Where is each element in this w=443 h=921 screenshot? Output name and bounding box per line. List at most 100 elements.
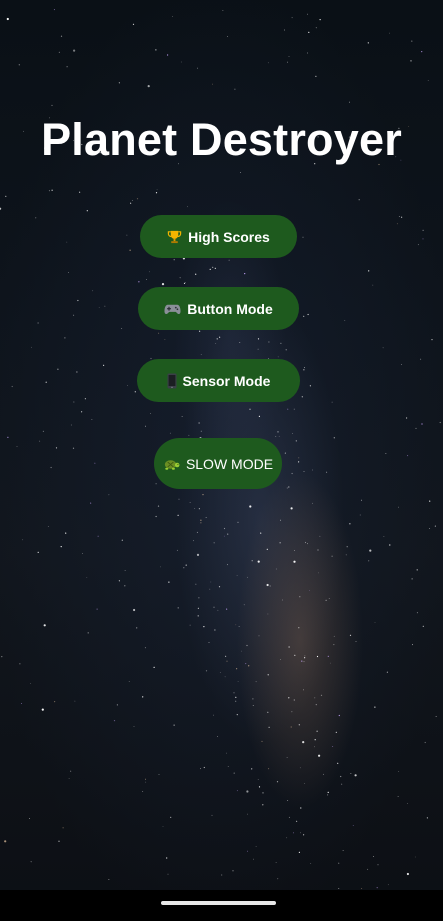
star: [81, 411, 83, 413]
star: [244, 273, 246, 275]
star: [319, 19, 321, 21]
star: [53, 9, 55, 11]
star: [214, 629, 216, 631]
star: [374, 622, 376, 623]
star: [173, 259, 175, 261]
star: [209, 268, 211, 270]
star: [235, 700, 237, 702]
star: [319, 535, 321, 537]
star: [176, 549, 178, 551]
button-mode-label: Button Mode: [187, 300, 273, 317]
star: [429, 528, 430, 529]
star: [219, 336, 221, 338]
star: [155, 192, 158, 194]
star: [217, 609, 219, 611]
trophy-icon: [167, 229, 182, 245]
star: [145, 778, 147, 780]
star: [358, 199, 360, 201]
star: [303, 471, 305, 472]
star: [298, 724, 300, 726]
star: [73, 314, 75, 316]
star: [131, 200, 133, 201]
star: [187, 206, 188, 208]
star: [299, 767, 301, 769]
star: [346, 546, 348, 548]
home-gesture-handle[interactable]: [161, 901, 276, 905]
star: [344, 320, 346, 321]
slow-mode-button[interactable]: SLOW MODE: [154, 438, 282, 489]
star: [414, 856, 416, 858]
star: [293, 832, 294, 834]
star: [209, 588, 211, 590]
star: [257, 779, 259, 780]
star: [421, 423, 423, 425]
star: [158, 774, 160, 775]
star: [145, 425, 146, 427]
star: [55, 447, 58, 449]
star: [327, 794, 329, 796]
star: [247, 576, 249, 578]
star: [227, 533, 229, 535]
star: [132, 23, 135, 25]
star: [310, 863, 312, 864]
star: [82, 553, 83, 554]
star: [155, 515, 157, 518]
star: [253, 858, 254, 860]
star: [234, 88, 236, 90]
star: [246, 644, 248, 647]
star: [200, 519, 202, 521]
star: [361, 888, 363, 889]
star: [37, 551, 39, 554]
system-navigation-bar: [0, 890, 443, 921]
star: [177, 514, 179, 516]
star: [64, 337, 66, 339]
slow-mode-label: SLOW MODE: [185, 455, 274, 472]
button-mode-button[interactable]: Button Mode: [138, 287, 299, 330]
star: [257, 338, 260, 340]
star: [118, 580, 120, 582]
star: [262, 804, 264, 806]
star: [142, 791, 144, 792]
sensor-mode-button[interactable]: Sensor Mode: [137, 359, 300, 402]
star: [133, 726, 135, 727]
star: [197, 615, 199, 617]
star: [4, 840, 7, 843]
star: [158, 332, 160, 334]
star: [323, 773, 324, 775]
star: [420, 358, 422, 360]
star: [288, 646, 290, 648]
star: [217, 736, 218, 737]
star: [198, 508, 200, 510]
star: [133, 608, 136, 612]
star: [435, 716, 437, 717]
star: [41, 708, 44, 711]
star: [205, 670, 208, 672]
star: [303, 689, 304, 691]
star: [196, 553, 200, 557]
star: [300, 832, 301, 834]
star: [267, 711, 269, 713]
star: [224, 676, 226, 678]
star: [130, 202, 132, 204]
star: [333, 437, 335, 439]
star: [342, 850, 344, 851]
star: [294, 654, 296, 656]
high-scores-button[interactable]: High Scores: [140, 215, 297, 258]
star: [277, 431, 279, 433]
star: [359, 514, 361, 516]
star: [284, 452, 286, 454]
star: [30, 683, 31, 684]
star: [260, 532, 262, 534]
star: [303, 834, 305, 836]
star: [247, 813, 249, 815]
star: [86, 577, 88, 578]
star: [406, 417, 408, 419]
star: [189, 502, 191, 503]
star: [287, 800, 289, 801]
star: [412, 644, 413, 646]
star: [214, 267, 216, 269]
star: [170, 816, 172, 819]
star: [198, 422, 200, 424]
star: [84, 398, 86, 400]
star: [291, 17, 293, 19]
